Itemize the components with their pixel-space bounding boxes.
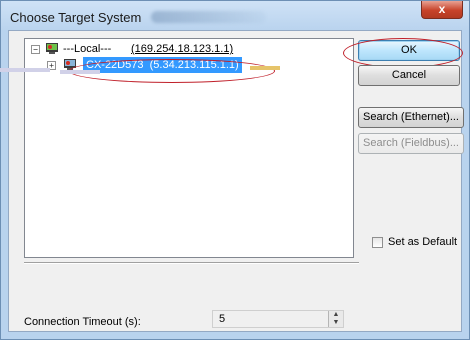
separator-line: [24, 262, 359, 264]
close-button[interactable]: x: [421, 1, 463, 19]
search-ethernet-button[interactable]: Search (Ethernet)...: [358, 107, 464, 128]
highlight-ellipse-ok: [343, 38, 463, 68]
tree-node-address: (169.254.18.123.1.1): [131, 43, 234, 55]
spin-buttons[interactable]: ▲ ▼: [328, 311, 343, 327]
image-artifact: [60, 70, 100, 74]
connection-timeout-label: Connection Timeout (s):: [24, 316, 141, 328]
image-artifact: [250, 66, 280, 70]
collapse-icon[interactable]: −: [31, 45, 40, 54]
search-fieldbus-button: Search (Fieldbus)...: [358, 133, 464, 154]
spin-down-icon[interactable]: ▼: [329, 319, 343, 327]
target-system-icon: [46, 43, 58, 54]
tree-node-local[interactable]: − ---Local--- (169.254.18.123.1.1): [31, 41, 341, 57]
cancel-button[interactable]: Cancel: [358, 65, 460, 86]
connection-timeout-field[interactable]: 5 ▲ ▼: [212, 310, 344, 328]
blurred-title-area: [151, 11, 266, 23]
set-as-default-checkbox[interactable]: [372, 237, 383, 248]
image-artifact: [0, 68, 50, 72]
window-title: Choose Target System: [10, 10, 142, 25]
set-as-default-label: Set as Default: [388, 236, 458, 248]
connection-timeout-value: 5: [219, 313, 226, 325]
title-bar[interactable]: Choose Target System x: [1, 1, 469, 31]
tree-node-label: ---Local---: [63, 43, 112, 55]
spin-up-icon[interactable]: ▲: [329, 311, 343, 319]
